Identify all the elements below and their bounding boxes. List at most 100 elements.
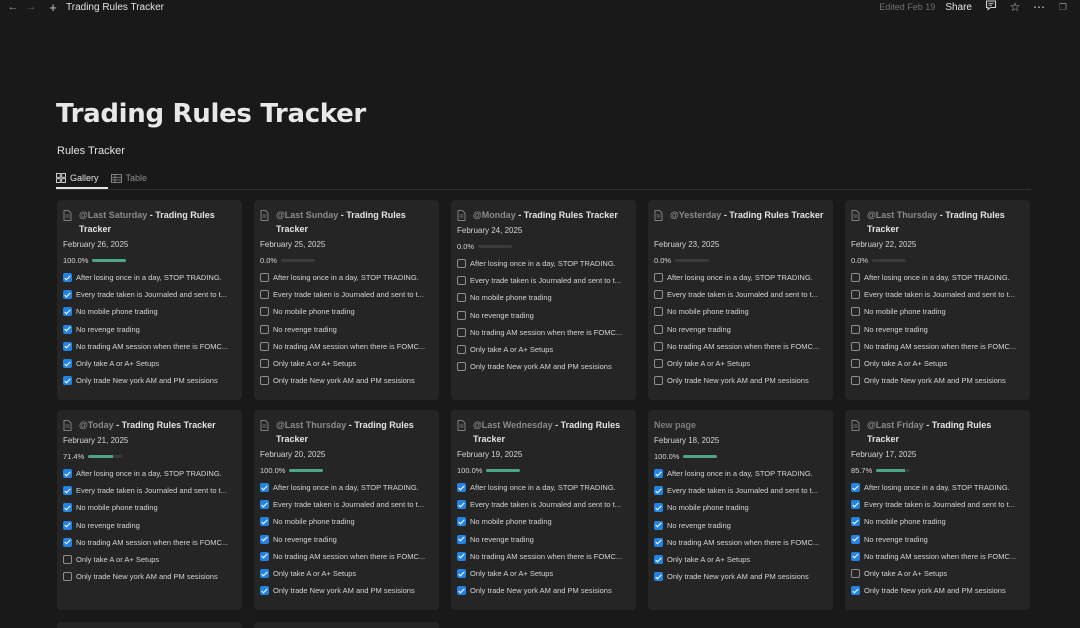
checkbox[interactable] — [654, 376, 663, 386]
arrow-left-icon[interactable]: ← — [6, 1, 20, 13]
checkbox[interactable] — [260, 534, 269, 544]
checkbox[interactable] — [260, 341, 269, 351]
checkbox[interactable] — [260, 517, 269, 527]
rule-item[interactable]: Only take A or A+ Setups — [260, 355, 433, 372]
checkbox[interactable] — [851, 500, 860, 510]
date-mention[interactable]: @Last Thursday — [276, 420, 346, 430]
rule-item[interactable]: After losing once in a day, STOP TRADING… — [851, 269, 1024, 286]
rule-item[interactable]: No revenge trading — [260, 321, 433, 338]
rule-item[interactable]: Every trade taken is Journaled and sent … — [63, 482, 236, 499]
checkbox[interactable] — [654, 486, 663, 496]
checkbox[interactable] — [851, 324, 860, 334]
gallery-card[interactable]: New page February 18, 2025 100.0% After los… — [648, 410, 833, 610]
database-title[interactable]: Rules Tracker — [57, 145, 125, 157]
rule-item[interactable]: Every trade taken is Journaled and sent … — [260, 496, 433, 513]
rule-item[interactable]: After losing once in a day, STOP TRADING… — [457, 479, 630, 496]
checkbox[interactable] — [457, 569, 466, 579]
checkbox[interactable] — [260, 307, 269, 317]
checkbox[interactable] — [457, 362, 466, 372]
rule-item[interactable]: No trading AM session when there is FOMC… — [457, 324, 630, 341]
rule-item[interactable]: Only take A or A+ Setups — [260, 565, 433, 582]
date-mention[interactable]: @Yesterday — [670, 210, 721, 220]
checkbox[interactable] — [457, 327, 466, 337]
checkbox[interactable] — [63, 359, 72, 369]
rule-item[interactable]: Only take A or A+ Setups — [851, 565, 1024, 582]
checkbox[interactable] — [457, 259, 466, 269]
checkbox[interactable] — [63, 520, 72, 530]
rule-item[interactable]: No trading AM session when there is FOMC… — [654, 338, 827, 355]
gallery-card[interactable]: @Last Thursday - Trading Rules Tracker Fe… — [254, 410, 439, 610]
checkbox[interactable] — [851, 273, 860, 283]
checkbox[interactable] — [63, 341, 72, 351]
gallery-card[interactable]: @Last Wednesday - Trading Rules Tracker F… — [451, 410, 636, 610]
gallery-card[interactable]: @Last Friday - Trading Rules Tracker Febr… — [845, 410, 1030, 610]
rule-item[interactable]: No mobile phone trading — [63, 303, 236, 320]
rule-item[interactable]: No revenge trading — [63, 321, 236, 338]
rule-item[interactable]: After losing once in a day, STOP TRADING… — [654, 465, 827, 482]
checkbox[interactable] — [654, 572, 663, 582]
tab-gallery[interactable]: Gallery — [56, 168, 99, 188]
rule-item[interactable]: After losing once in a day, STOP TRADING… — [260, 269, 433, 286]
checkbox[interactable] — [457, 345, 466, 355]
rule-item[interactable]: No trading AM session when there is FOMC… — [260, 548, 433, 565]
checkbox[interactable] — [63, 307, 72, 317]
rule-item[interactable]: Only take A or A+ Setups — [63, 551, 236, 568]
checkbox[interactable] — [457, 534, 466, 544]
checkbox[interactable] — [457, 517, 466, 527]
checkbox[interactable] — [457, 586, 466, 596]
checkbox[interactable] — [260, 324, 269, 334]
checkbox[interactable] — [63, 469, 72, 479]
checkbox[interactable] — [851, 517, 860, 527]
checkbox[interactable] — [654, 307, 663, 317]
checkbox[interactable] — [260, 290, 269, 300]
rule-item[interactable]: Only take A or A+ Setups — [457, 341, 630, 358]
rule-item[interactable]: No revenge trading — [851, 531, 1024, 548]
checkbox[interactable] — [260, 483, 269, 493]
rule-item[interactable]: Every trade taken is Journaled and sent … — [457, 272, 630, 289]
window-restore-icon[interactable]: ❐ — [1056, 2, 1070, 13]
rule-item[interactable]: After losing once in a day, STOP TRADING… — [851, 479, 1024, 496]
rule-item[interactable]: Only trade New york AM and PM sesisions — [260, 372, 433, 389]
checkbox[interactable] — [260, 376, 269, 386]
gallery-card[interactable]: @Yesterday - Trading Rules Tracker Februa… — [648, 200, 833, 400]
rule-item[interactable]: Every trade taken is Journaled and sent … — [851, 496, 1024, 513]
rule-item[interactable]: Only trade New york AM and PM sesisions — [851, 372, 1024, 389]
rule-item[interactable]: No revenge trading — [457, 307, 630, 324]
rule-item[interactable]: Every trade taken is Journaled and sent … — [654, 286, 827, 303]
checkbox[interactable] — [654, 324, 663, 334]
rule-item[interactable]: After losing once in a day, STOP TRADING… — [457, 255, 630, 272]
rule-item[interactable]: Only trade New york AM and PM sesisions — [654, 568, 827, 585]
checkbox[interactable] — [260, 569, 269, 579]
card-title[interactable]: @Last Saturday - Trading Rules Tracker — [63, 208, 236, 236]
rule-item[interactable]: Only trade New york AM and PM sesisions — [457, 582, 630, 599]
checkbox[interactable] — [63, 555, 72, 565]
date-mention[interactable]: @Last Saturday — [79, 210, 147, 220]
rule-item[interactable]: After losing once in a day, STOP TRADING… — [260, 479, 433, 496]
more-icon[interactable]: ⋯ — [1032, 0, 1046, 14]
checkbox[interactable] — [851, 483, 860, 493]
rule-item[interactable]: Only trade New york AM and PM sesisions — [63, 568, 236, 585]
rule-item[interactable]: No mobile phone trading — [63, 499, 236, 516]
rule-item[interactable]: No mobile phone trading — [260, 513, 433, 530]
checkbox[interactable] — [654, 359, 663, 369]
checkbox[interactable] — [851, 569, 860, 579]
rule-item[interactable]: No trading AM session when there is FOMC… — [457, 548, 630, 565]
checkbox[interactable] — [457, 483, 466, 493]
checkbox[interactable] — [851, 534, 860, 544]
rule-item[interactable]: Only trade New york AM and PM sesisions — [260, 582, 433, 599]
gallery-card[interactable]: @Monday - Trading Rules Tracker February … — [451, 200, 636, 400]
rule-item[interactable]: After losing once in a day, STOP TRADING… — [654, 269, 827, 286]
rule-item[interactable]: No mobile phone trading — [457, 513, 630, 530]
rule-item[interactable]: No trading AM session when there is FOMC… — [63, 338, 236, 355]
rule-item[interactable]: No revenge trading — [260, 531, 433, 548]
rule-item[interactable]: Only take A or A+ Setups — [63, 355, 236, 372]
rule-item[interactable]: No mobile phone trading — [260, 303, 433, 320]
checkbox[interactable] — [457, 293, 466, 303]
rule-item[interactable]: Only trade New york AM and PM sesisions — [457, 358, 630, 375]
card-title[interactable]: @Last Thursday - Trading Rules Tracker — [851, 208, 1024, 236]
checkbox[interactable] — [260, 551, 269, 561]
gallery-card[interactable]: @Last Saturday - Trading Rules Tracker Fe… — [57, 200, 242, 400]
checkbox[interactable] — [260, 273, 269, 283]
rule-item[interactable]: Every trade taken is Journaled and sent … — [851, 286, 1024, 303]
breadcrumb-title[interactable]: Trading Rules Tracker — [66, 2, 164, 13]
